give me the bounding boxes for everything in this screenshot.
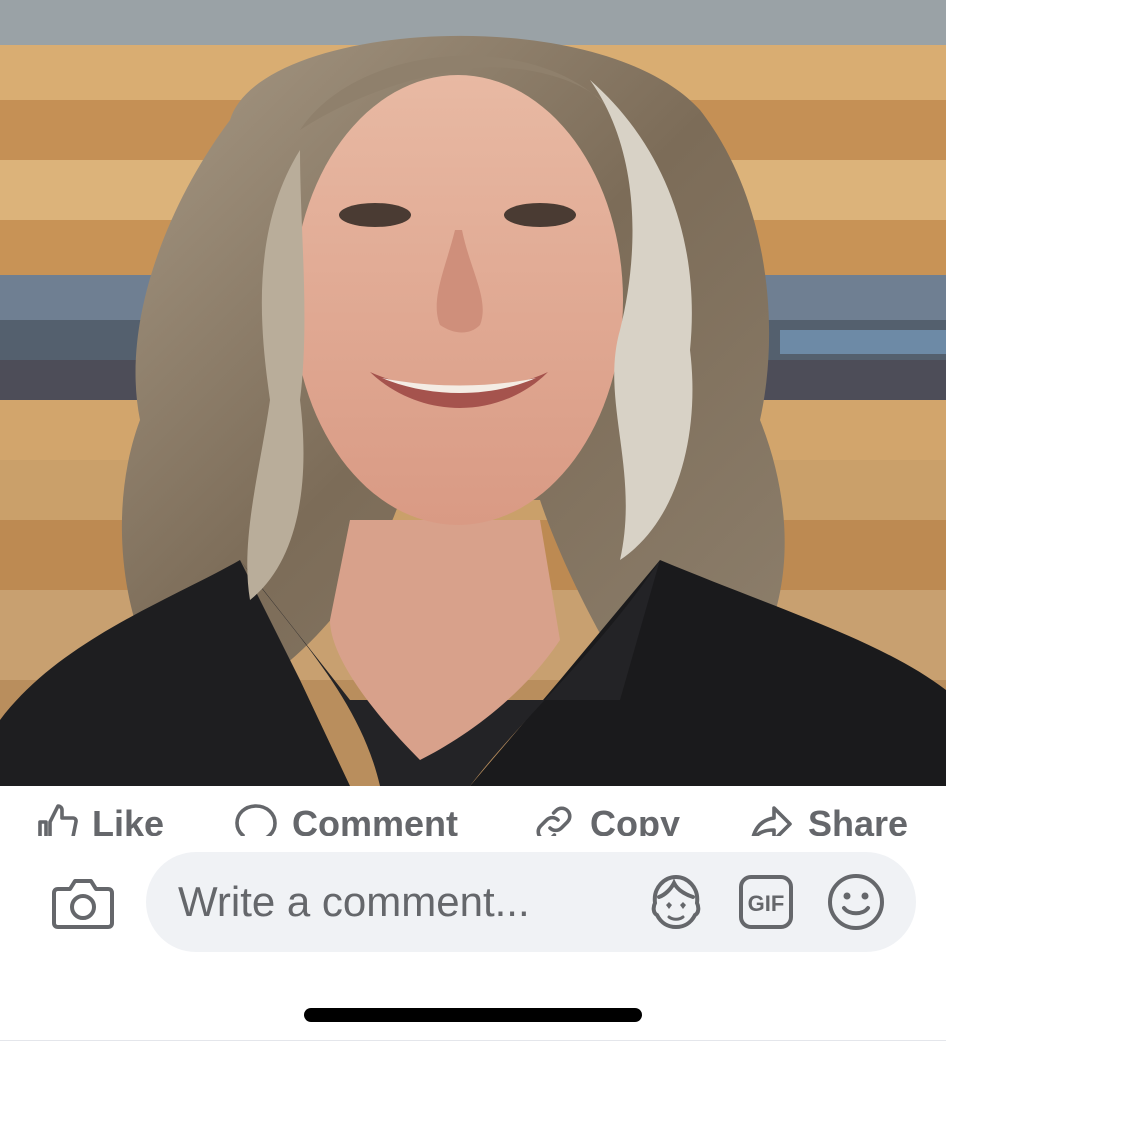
speech-bubble-icon [235, 804, 277, 836]
post-photo[interactable] [0, 0, 946, 786]
post-screen: Like Comment Copy Share Write a comment.… [0, 0, 946, 1128]
share-arrow-icon [751, 806, 792, 836]
thumbs-up-icon [38, 804, 78, 836]
woman-portrait-photo [0, 0, 946, 786]
comment-box[interactable]: GIF [146, 852, 916, 952]
comment-label: Comment [292, 803, 459, 836]
camera-icon [52, 879, 114, 929]
like-label: Like [92, 803, 165, 836]
gif-label: GIF [748, 891, 785, 916]
link-icon [536, 806, 572, 836]
home-indicator[interactable] [304, 1008, 642, 1022]
comment-composer: GIF [0, 836, 946, 966]
copy-label: Copy [590, 803, 680, 836]
comment-input[interactable] [178, 874, 608, 930]
share-button[interactable]: Share [748, 800, 908, 836]
bottom-divider [0, 1040, 946, 1041]
avatar-sticker-icon [651, 874, 701, 930]
camera-button[interactable] [48, 872, 118, 934]
post-action-bar: Like Comment Copy Share [0, 786, 946, 836]
gif-icon: GIF [739, 875, 793, 929]
copy-button[interactable]: Copy [530, 800, 680, 836]
avatar-sticker-button[interactable] [646, 872, 706, 932]
like-button[interactable]: Like [32, 800, 164, 836]
gif-button[interactable]: GIF [736, 872, 796, 932]
smiley-icon [828, 874, 884, 930]
share-label: Share [808, 803, 909, 836]
comment-button[interactable]: Comment [232, 800, 458, 836]
emoji-button[interactable] [826, 872, 886, 932]
